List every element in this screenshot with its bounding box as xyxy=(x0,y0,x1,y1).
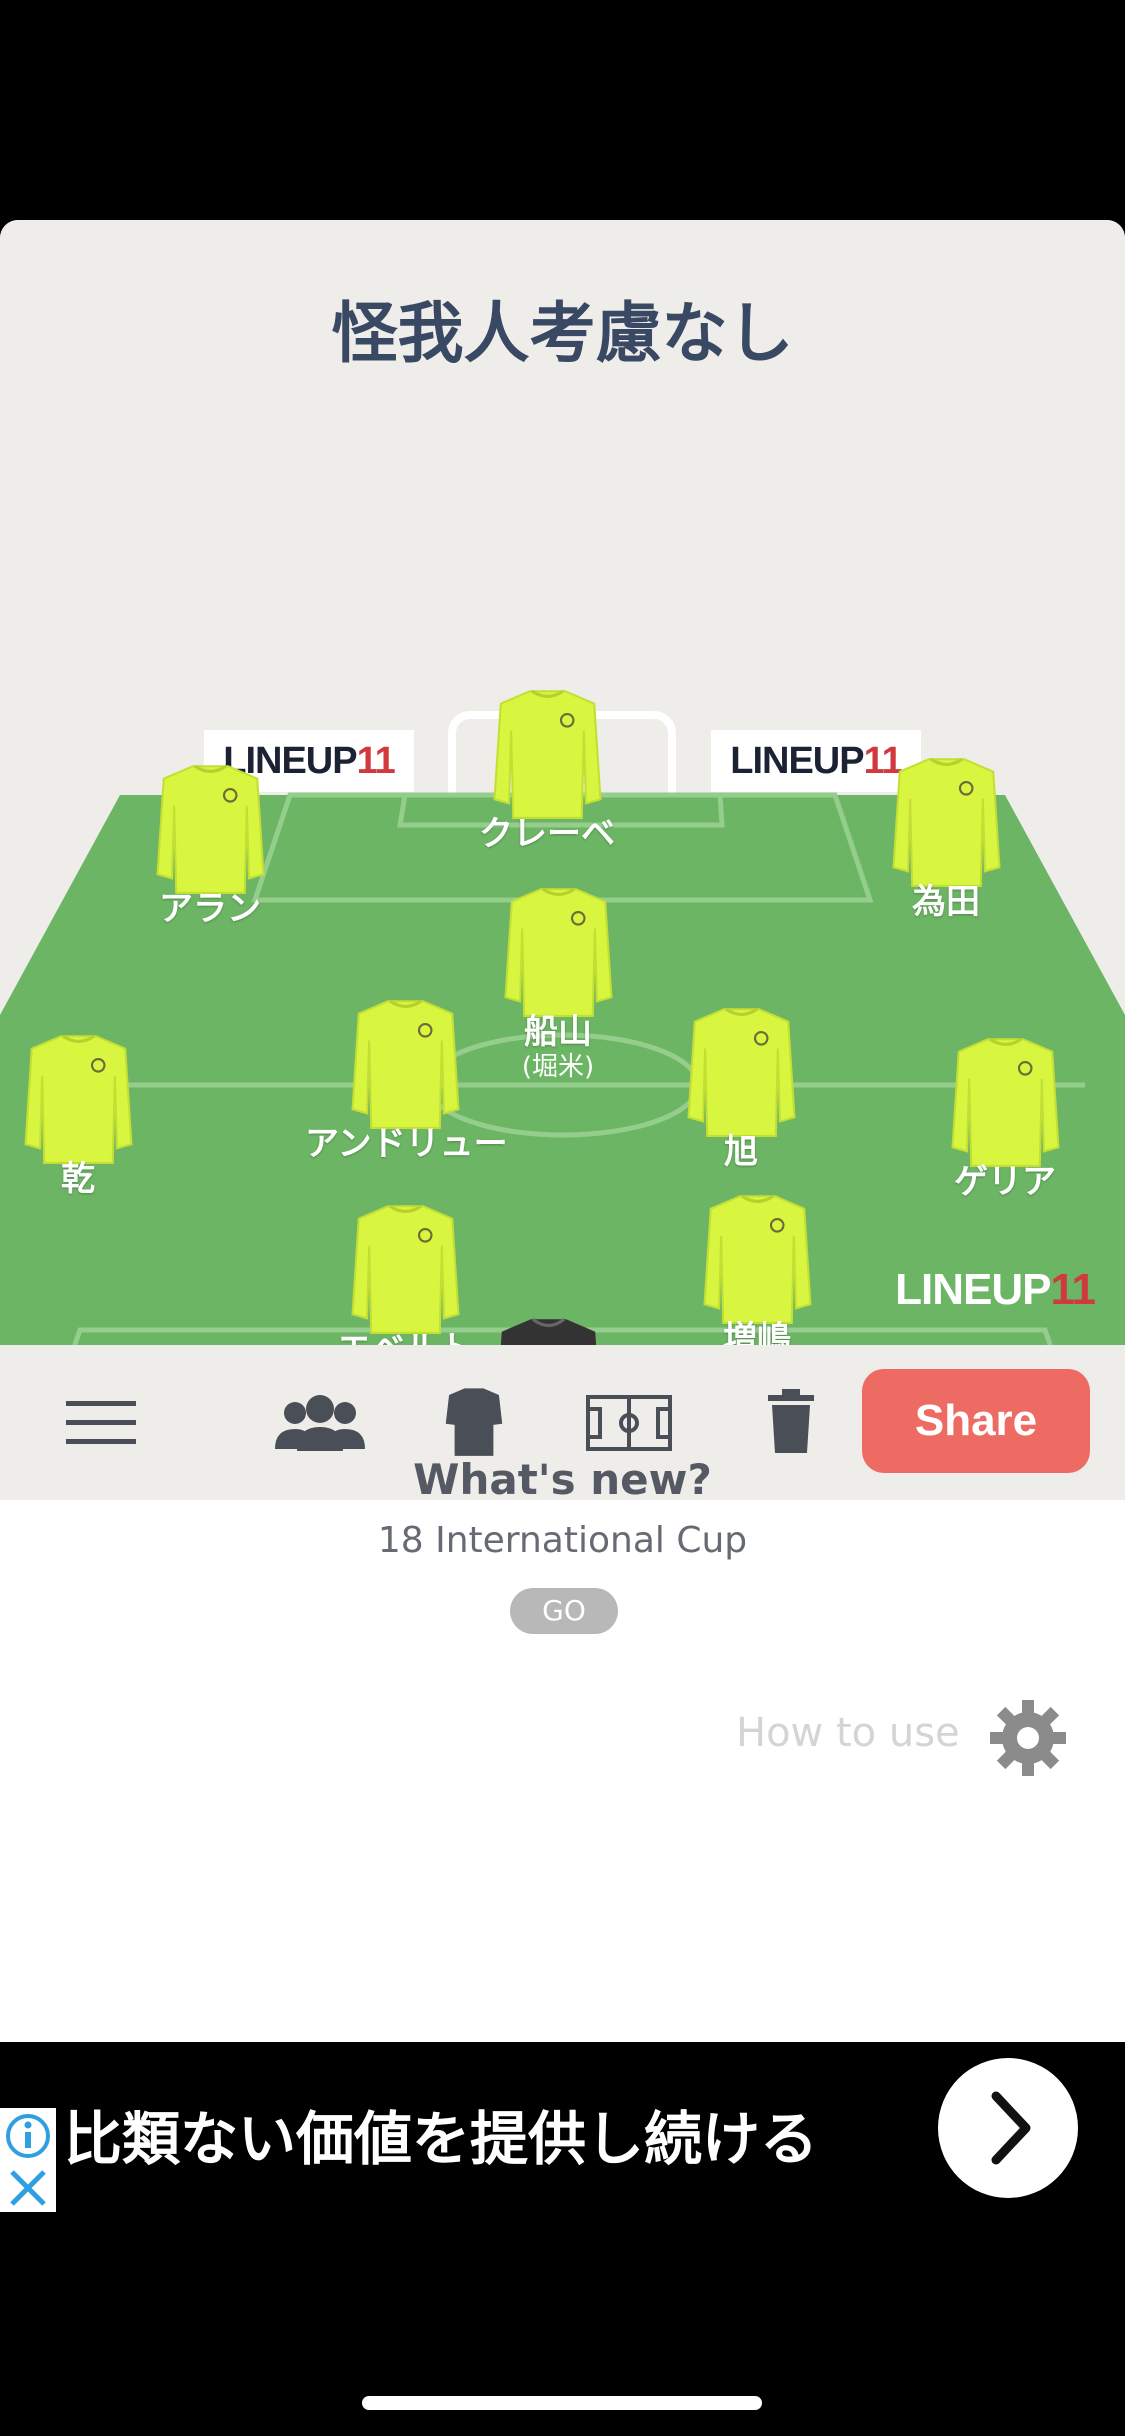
pitch-icon[interactable] xyxy=(586,1395,672,1451)
player-name: アラン xyxy=(159,889,261,929)
jersey-icon xyxy=(350,1204,460,1334)
banner-right-word: LINEUP xyxy=(730,740,864,782)
ad-text[interactable]: 比類ない価値を提供し続ける xyxy=(64,2092,818,2176)
player-name: 船山 xyxy=(524,1012,592,1052)
brand-number: 11 xyxy=(1050,1265,1096,1314)
jersey-icon xyxy=(492,689,602,819)
player-rw[interactable]: 為田 xyxy=(846,753,1046,922)
brand-word: LINEUP xyxy=(895,1265,1051,1314)
player-name: ゲリア xyxy=(954,1162,1056,1202)
player-name: クレーベ xyxy=(479,814,615,854)
jersey-icon xyxy=(950,1037,1060,1167)
player-cm-r[interactable]: 旭 xyxy=(641,1003,841,1172)
player-name: 乾 xyxy=(61,1159,95,1199)
player-rb[interactable]: ゲリア xyxy=(905,1033,1105,1202)
go-button[interactable]: GO xyxy=(510,1588,618,1634)
players-icon[interactable] xyxy=(275,1391,365,1453)
news-subtitle: 18 International Cup xyxy=(377,1520,748,1561)
lineup-title[interactable]: 怪我人考慮なし xyxy=(0,280,1125,376)
player-name: アンドリュー xyxy=(305,1124,508,1164)
lineup-card: 怪我人考慮なし LINEUP11 LINEUP11 LINEUP11 増嶋 乾 … xyxy=(0,220,1125,2042)
news-heading: What's new? xyxy=(413,1455,712,1504)
info-icon[interactable] xyxy=(0,2108,56,2212)
jersey-icon xyxy=(503,887,613,1017)
banner-left-number: 11 xyxy=(356,740,396,782)
player-name: 旭 xyxy=(724,1132,758,1172)
jersey-icon[interactable] xyxy=(438,1385,510,1457)
brand-logo: LINEUP11 xyxy=(895,1265,1096,1315)
ad-banner[interactable]: 比類ない価値を提供し続ける xyxy=(0,2042,1125,2242)
jersey-icon xyxy=(350,999,460,1129)
gear-icon[interactable] xyxy=(990,1700,1066,1776)
player-cm-c[interactable]: 船山 (堀米) xyxy=(458,883,658,1082)
chevron-right-icon xyxy=(991,2091,1031,2165)
how-to-use-link[interactable]: How to use xyxy=(736,1710,960,1756)
home-indicator[interactable] xyxy=(362,2396,762,2410)
jersey-icon xyxy=(891,757,1001,887)
pitch: LINEUP11 LINEUP11 LINEUP11 優也 エベルト(新井) xyxy=(0,575,1125,1482)
player-lb[interactable]: 乾 xyxy=(0,1030,178,1199)
player-st[interactable]: クレーベ xyxy=(447,685,647,854)
jersey-icon xyxy=(702,1194,812,1324)
jersey-icon xyxy=(23,1034,133,1164)
title-area: 怪我人考慮なし xyxy=(0,220,1125,575)
player-substitute: (堀米) xyxy=(521,1052,595,1082)
trash-icon[interactable] xyxy=(768,1389,814,1455)
ad-info-panel xyxy=(0,2108,56,2212)
player-name: 為田 xyxy=(912,882,980,922)
menu-icon[interactable] xyxy=(66,1399,136,1447)
jersey-icon xyxy=(155,764,265,894)
jersey-icon xyxy=(686,1007,796,1137)
player-cb-r[interactable]: 増嶋 xyxy=(657,1190,857,1359)
player-lw[interactable]: アラン xyxy=(110,760,310,929)
ad-arrow-button[interactable] xyxy=(938,2058,1078,2198)
